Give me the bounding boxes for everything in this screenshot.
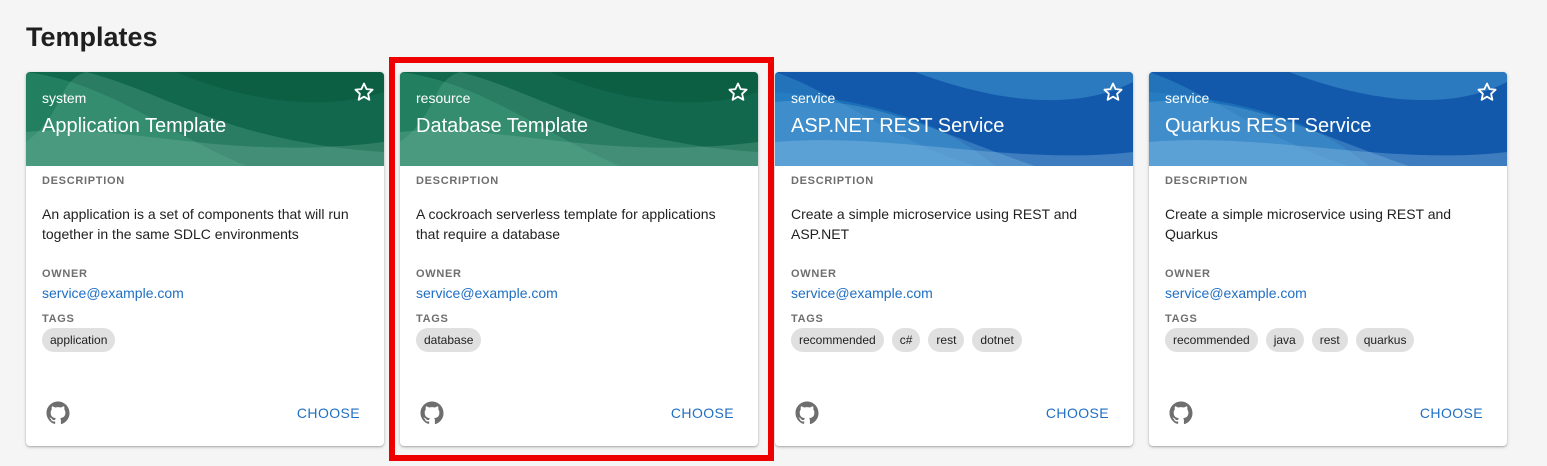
tags-label: TAGS (416, 313, 449, 325)
tag-list: application (42, 328, 116, 352)
tag-chip: recommended (791, 328, 884, 352)
tag-chip: java (1265, 328, 1304, 352)
card-description: An application is a set of components th… (42, 206, 349, 242)
github-icon[interactable] (420, 401, 444, 425)
card-type: system (42, 90, 87, 106)
template-card-quarkus: service Quarkus REST Service DESCRIPTION… (1149, 72, 1507, 446)
github-icon[interactable] (46, 401, 70, 425)
tag-chip: quarkus (1355, 328, 1415, 352)
tags-label: TAGS (42, 313, 75, 325)
owner-link[interactable]: service@example.com (42, 285, 184, 301)
choose-button[interactable]: CHOOSE (663, 396, 742, 430)
template-card-grid: system Application Template DESCRIPTION … (26, 72, 1516, 452)
tags-label: TAGS (1165, 313, 1198, 325)
card-description: Create a simple microservice using REST … (791, 206, 1078, 242)
tag-chip: c# (891, 328, 921, 352)
card-description: A cockroach serverless template for appl… (416, 206, 716, 242)
tag-list: recommended c# rest dotnet (791, 328, 1022, 352)
owner-link[interactable]: service@example.com (791, 285, 933, 301)
star-outline-icon[interactable] (1475, 80, 1499, 104)
star-outline-icon[interactable] (726, 80, 750, 104)
tag-chip: rest (928, 328, 965, 352)
card-title: ASP.NET REST Service (791, 115, 1005, 137)
template-card-aspnet: service ASP.NET REST Service DESCRIPTION… (775, 72, 1133, 446)
owner-label: OWNER (416, 268, 462, 280)
owner-link[interactable]: service@example.com (416, 285, 558, 301)
tag-list: recommended java rest quarkus (1165, 328, 1415, 352)
tags-label: TAGS (791, 313, 824, 325)
card-header: system Application Template (26, 72, 384, 166)
choose-button[interactable]: CHOOSE (289, 396, 368, 430)
tag-chip: dotnet (972, 328, 1022, 352)
template-card-database: resource Database Template DESCRIPTION A… (400, 72, 758, 446)
card-title: Application Template (42, 115, 227, 137)
tag-chip: rest (1311, 328, 1348, 352)
tag-chip: recommended (1165, 328, 1258, 352)
description-label: DESCRIPTION (416, 175, 499, 187)
description-label: DESCRIPTION (1165, 175, 1248, 187)
card-type: service (791, 90, 836, 106)
tag-list: database (416, 328, 482, 352)
choose-button[interactable]: CHOOSE (1038, 396, 1117, 430)
template-card-application: system Application Template DESCRIPTION … (26, 72, 384, 446)
card-description: Create a simple microservice using REST … (1165, 206, 1452, 242)
description-label: DESCRIPTION (42, 175, 125, 187)
star-outline-icon[interactable] (352, 80, 376, 104)
github-icon[interactable] (795, 401, 819, 425)
card-type: resource (416, 90, 471, 106)
owner-label: OWNER (42, 268, 88, 280)
card-title: Quarkus REST Service (1165, 115, 1372, 137)
choose-button[interactable]: CHOOSE (1412, 396, 1491, 430)
card-header: service Quarkus REST Service (1149, 72, 1507, 166)
card-type: service (1165, 90, 1210, 106)
card-header: service ASP.NET REST Service (775, 72, 1133, 166)
page-title: Templates (26, 22, 158, 52)
star-outline-icon[interactable] (1101, 80, 1125, 104)
owner-link[interactable]: service@example.com (1165, 285, 1307, 301)
card-title: Database Template (416, 115, 588, 137)
owner-label: OWNER (1165, 268, 1211, 280)
owner-label: OWNER (791, 268, 837, 280)
tag-chip: database (416, 328, 482, 352)
description-label: DESCRIPTION (791, 175, 874, 187)
tag-chip: application (42, 328, 116, 352)
github-icon[interactable] (1169, 401, 1193, 425)
card-header: resource Database Template (400, 72, 758, 166)
